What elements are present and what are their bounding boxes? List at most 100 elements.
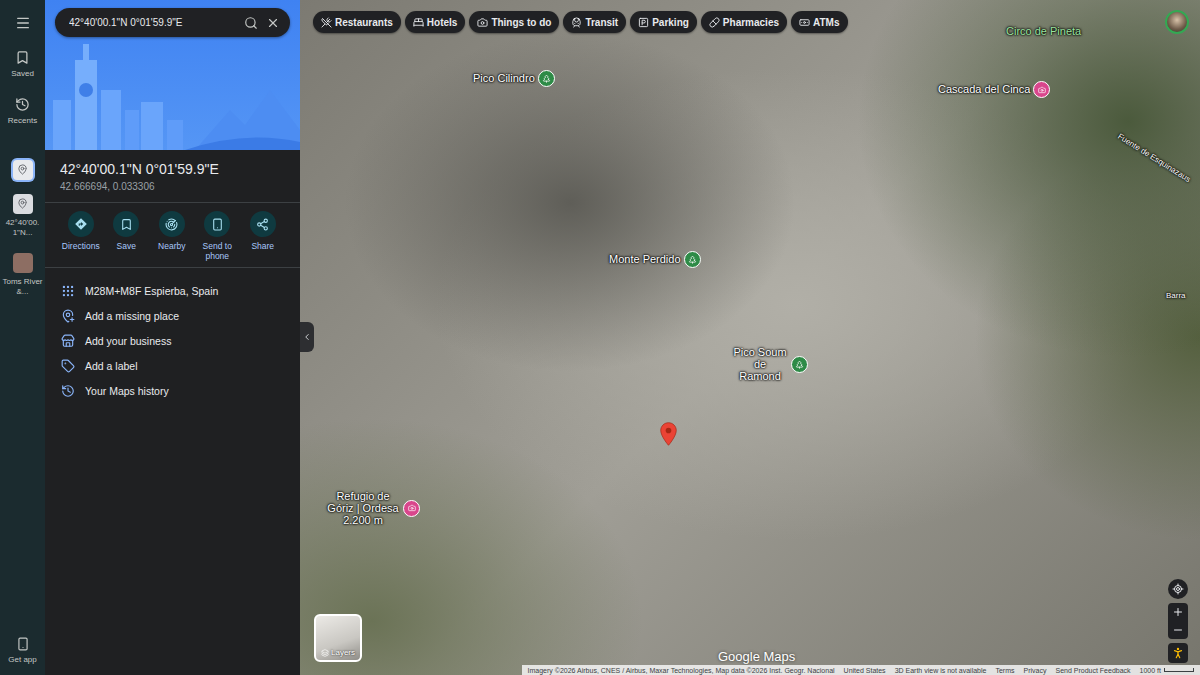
detail-row[interactable]: Your Maps history xyxy=(45,378,300,403)
rail-recent-item[interactable]: Toms River &... xyxy=(2,253,44,298)
map-label[interactable]: Cascada del Cinca xyxy=(938,81,1050,98)
send-to-phone-button[interactable]: Send to phone xyxy=(195,211,241,261)
atms-icon xyxy=(799,17,810,28)
action-circle xyxy=(159,211,185,237)
close-icon xyxy=(266,16,280,30)
rail-label: Get app xyxy=(2,655,44,665)
category-chip[interactable]: Hotels xyxy=(405,11,466,33)
zoom-in-button[interactable] xyxy=(1168,603,1188,621)
action-circle xyxy=(68,211,94,237)
locate-icon xyxy=(1172,583,1184,595)
rail-recent-item[interactable]: 42°40'00.1"N... xyxy=(2,194,44,239)
rail-recents[interactable]: Recents xyxy=(2,97,44,126)
rail-recent-label: 42°40'00.1"N... xyxy=(2,218,44,239)
pharmacies-icon xyxy=(709,17,720,28)
share-button[interactable]: Share xyxy=(240,211,286,261)
search-box[interactable]: 42°40'00.1"N 0°01'59.9"E xyxy=(55,8,290,37)
action-circle xyxy=(113,211,139,237)
attribution-item[interactable]: Privacy xyxy=(1024,667,1047,674)
scale-line xyxy=(1164,668,1194,672)
category-chip[interactable]: ATMs xyxy=(791,11,847,33)
detail-icon-wrap xyxy=(61,284,75,298)
detail-text: Add a missing place xyxy=(85,310,179,322)
pegman-icon xyxy=(1171,646,1185,660)
camera-icon xyxy=(408,504,416,512)
layers-button[interactable]: Layers xyxy=(314,614,362,662)
action-label: Directions xyxy=(62,241,100,251)
get-app-button[interactable]: Get app xyxy=(2,637,44,665)
send-to-phone-icon xyxy=(211,218,224,231)
nearby-button[interactable]: Nearby xyxy=(149,211,195,261)
map-label[interactable]: Fuente de Esquinazaus xyxy=(1116,133,1192,185)
zoom-out-button[interactable] xyxy=(1168,621,1188,639)
save-button[interactable]: Save xyxy=(104,211,150,261)
detail-list: M28M+M8F Espierba, Spain Add a missing pl… xyxy=(45,268,300,413)
attribution-item[interactable]: Send Product Feedback xyxy=(1055,667,1130,674)
action-label: Nearby xyxy=(158,241,185,251)
restaurants-icon xyxy=(321,17,332,28)
minus-icon xyxy=(1172,624,1184,636)
detail-text: Add your business xyxy=(85,335,171,347)
menu-button[interactable] xyxy=(11,12,35,34)
detail-text: Add a label xyxy=(85,360,138,372)
location-pin-icon[interactable] xyxy=(660,422,677,446)
map-label[interactable]: Barra xyxy=(1166,292,1186,301)
google-maps-logo: Google Maps xyxy=(718,649,795,664)
attribution-item[interactable]: United States xyxy=(844,667,886,674)
map-label[interactable]: Circo de Pineta xyxy=(1006,25,1081,37)
poi-marker xyxy=(403,500,420,517)
collapse-panel-button[interactable] xyxy=(300,322,314,352)
map-label-text: Pico Soum de Ramond xyxy=(732,346,788,382)
plus-code-icon xyxy=(61,284,75,298)
nearby-icon xyxy=(165,218,178,231)
map-controls xyxy=(1168,579,1188,663)
transit-icon xyxy=(571,17,582,28)
directions-button[interactable]: Directions xyxy=(58,211,104,261)
detail-row[interactable]: Add a missing place xyxy=(45,303,300,328)
category-chip[interactable]: Transit xyxy=(563,11,626,33)
detail-text: M28M+M8F Espierba, Spain xyxy=(85,285,218,297)
detail-row[interactable]: Add your business xyxy=(45,328,300,353)
category-chip[interactable]: Restaurants xyxy=(313,11,401,33)
street-view-button[interactable] xyxy=(1168,643,1188,663)
history-icon xyxy=(15,97,30,112)
attribution-item[interactable]: Terms xyxy=(995,667,1014,674)
plus-icon xyxy=(1172,606,1184,618)
map-label[interactable]: Monte Perdido xyxy=(609,251,701,268)
google-maps-app: Saved Recents 42°40'00.1"N... Toms River &.… xyxy=(0,0,1200,675)
action-row: Directions Save Nearby Send to phoneShare xyxy=(45,203,300,267)
rail-label: Recents xyxy=(2,116,44,126)
attribution-item[interactable]: Imagery ©2026 Airbus, CNES / Airbus, Max… xyxy=(528,667,835,674)
place-card-icon xyxy=(13,160,33,180)
action-label: Send to phone xyxy=(195,241,241,261)
action-circle xyxy=(204,211,230,237)
search-button[interactable] xyxy=(244,16,258,30)
account-avatar[interactable] xyxy=(1165,10,1189,34)
rail-pinned-place[interactable] xyxy=(2,160,44,180)
divider xyxy=(45,267,300,268)
attribution-bar: Imagery ©2026 Airbus, CNES / Airbus, Max… xyxy=(522,665,1200,675)
category-chip[interactable]: Things to do xyxy=(469,11,559,33)
map-label[interactable]: Refugio de Góriz | Ordesa 2.200 m xyxy=(326,490,420,526)
scale-text: 1000 ft xyxy=(1140,667,1161,674)
side-rail: Saved Recents 42°40'00.1"N... Toms River &.… xyxy=(0,0,45,675)
detail-row[interactable]: M28M+M8F Espierba, Spain xyxy=(45,278,300,303)
hotels-icon xyxy=(413,17,424,28)
category-chip[interactable]: Pharmacies xyxy=(701,11,787,33)
detail-icon-wrap xyxy=(61,359,75,373)
attribution-item[interactable]: 3D Earth view is not available xyxy=(895,667,987,674)
detail-row[interactable]: Add a label xyxy=(45,353,300,378)
category-chip[interactable]: Parking xyxy=(630,11,697,33)
rail-saved[interactable]: Saved xyxy=(2,50,44,79)
category-chips: RestaurantsHotelsThings to doTransitPark… xyxy=(313,11,848,33)
satellite-map[interactable]: Pico Cilindro Monte Perdido Pico Soum de R… xyxy=(300,0,1200,675)
share-icon xyxy=(256,218,269,231)
parking-icon xyxy=(638,17,649,28)
clear-button[interactable] xyxy=(266,16,280,30)
map-label[interactable]: Pico Cilindro xyxy=(473,70,555,87)
my-location-button[interactable] xyxy=(1168,579,1188,599)
map-label[interactable]: Pico Soum de Ramond xyxy=(732,346,808,382)
search-input[interactable]: 42°40'00.1"N 0°01'59.9"E xyxy=(69,17,236,28)
place-panel: 42°40'00.1"N 0°01'59.9"E42°40'00.1"N 0°0… xyxy=(45,0,300,675)
map-label-text: Monte Perdido xyxy=(609,253,681,265)
